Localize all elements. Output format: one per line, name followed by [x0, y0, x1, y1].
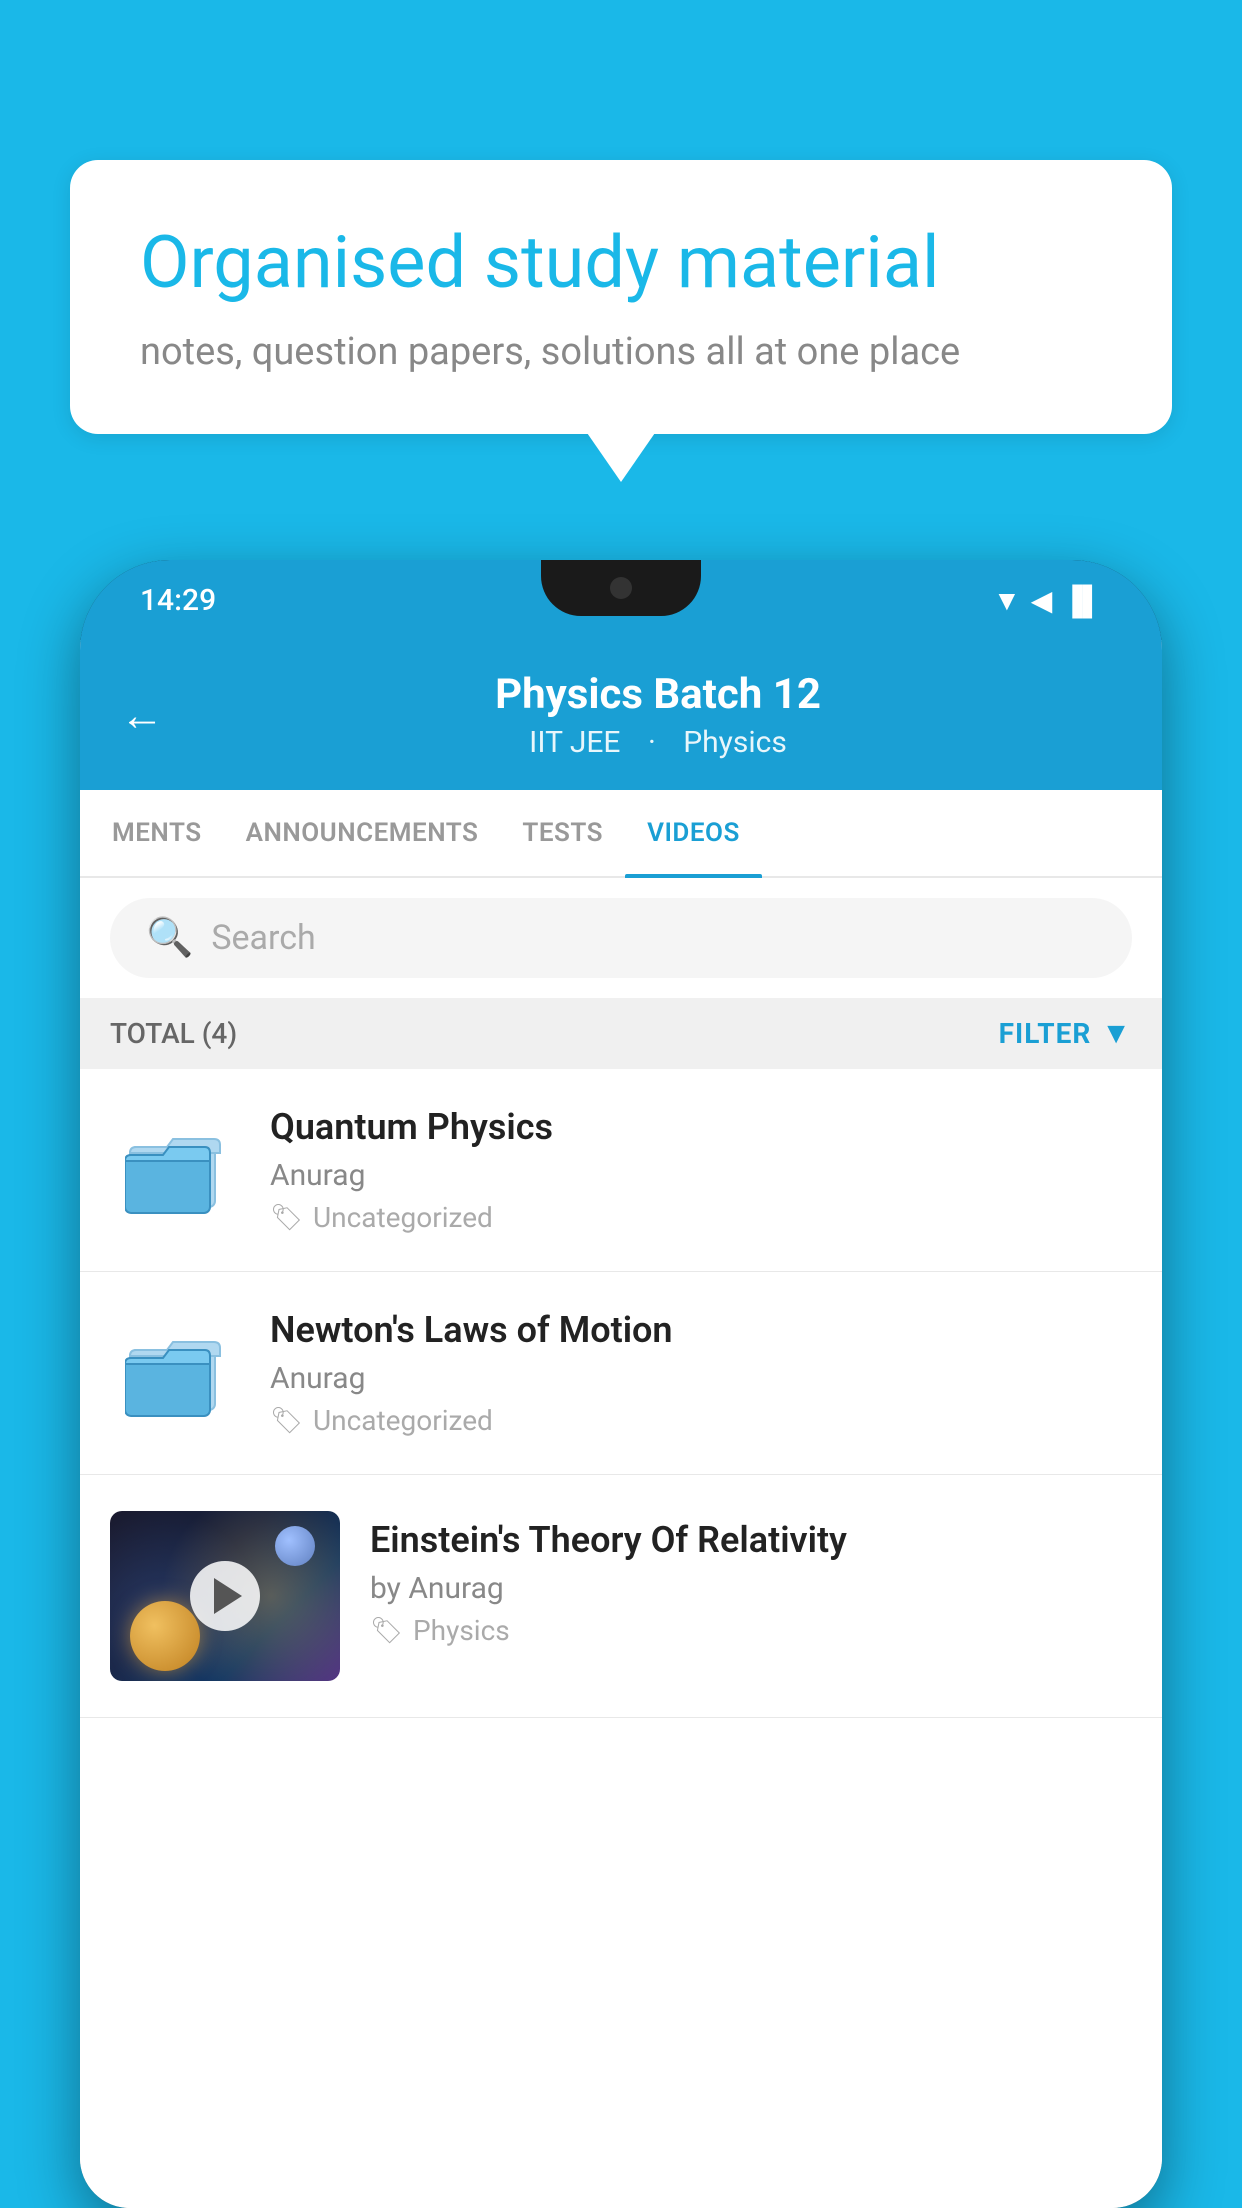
- tab-videos[interactable]: VIDEOS: [625, 790, 762, 876]
- tab-documents[interactable]: MENTS: [90, 790, 224, 876]
- play-icon: [214, 1578, 242, 1614]
- signal-icon: ◀: [1031, 584, 1053, 617]
- video-tag-3: 🏷 Physics: [370, 1614, 1132, 1647]
- folder-thumb-2: [110, 1308, 240, 1438]
- planet-decoration: [130, 1601, 200, 1671]
- tab-announcements[interactable]: ANNOUNCEMENTS: [224, 790, 501, 876]
- video-author-3: by Anurag: [370, 1571, 1132, 1606]
- search-placeholder-text: Search: [211, 918, 315, 958]
- batch-title: Physics Batch 12: [194, 670, 1122, 719]
- speech-bubble: Organised study material notes, question…: [70, 160, 1172, 434]
- video-tag-1: 🏷 Uncategorized: [270, 1201, 1132, 1234]
- battery-icon: ▐▌: [1062, 584, 1102, 617]
- filter-row: TOTAL (4) FILTER ▼: [80, 998, 1162, 1069]
- folder-icon: [125, 1328, 225, 1418]
- bubble-subtitle: notes, question papers, solutions all at…: [140, 330, 1102, 374]
- tag-icon: 🏷: [270, 1203, 303, 1233]
- batch-subtitle: IIT JEE · Physics: [194, 725, 1122, 760]
- tag-label-1: Uncategorized: [313, 1201, 493, 1234]
- batch-tag-separator: ·: [648, 725, 663, 760]
- filter-label: FILTER: [999, 1017, 1092, 1050]
- video-tag-2: 🏷 Uncategorized: [270, 1404, 1132, 1437]
- phone-frame: 14:29 ▼ ◀ ▐▌ ← Physics Batch 12 IIT JEE …: [80, 560, 1162, 2208]
- filter-button[interactable]: FILTER ▼: [999, 1016, 1132, 1051]
- video-thumbnail: [110, 1511, 340, 1681]
- video-author-2: Anurag: [270, 1361, 1132, 1396]
- video-info-1: Quantum Physics Anurag 🏷 Uncategorized: [270, 1106, 1132, 1234]
- back-button[interactable]: ←: [120, 693, 164, 737]
- folder-icon: [125, 1125, 225, 1215]
- tab-tests[interactable]: TESTS: [500, 790, 625, 876]
- tag-icon: 🏷: [270, 1406, 303, 1436]
- folder-thumb-1: [110, 1105, 240, 1235]
- video-title-2: Newton's Laws of Motion: [270, 1309, 1132, 1351]
- status-time: 14:29: [140, 583, 216, 618]
- app-header: ← Physics Batch 12 IIT JEE · Physics: [80, 640, 1162, 790]
- status-icons: ▼ ◀ ▐▌: [993, 584, 1102, 617]
- batch-tag1: IIT JEE: [529, 725, 620, 760]
- video-info-2: Newton's Laws of Motion Anurag 🏷 Uncateg…: [270, 1309, 1132, 1437]
- filter-icon: ▼: [1101, 1016, 1132, 1051]
- video-author-1: Anurag: [270, 1158, 1132, 1193]
- video-title-3: Einstein's Theory Of Relativity: [370, 1519, 1132, 1561]
- camera: [610, 577, 632, 599]
- total-count: TOTAL (4): [110, 1017, 237, 1050]
- play-button[interactable]: [190, 1561, 260, 1631]
- search-bar[interactable]: 🔍 Search: [110, 898, 1132, 978]
- planet-small-decoration: [275, 1526, 315, 1566]
- video-title-1: Quantum Physics: [270, 1106, 1132, 1148]
- wifi-icon: ▼: [993, 584, 1021, 617]
- tag-label-3: Physics: [413, 1614, 510, 1647]
- tag-icon: 🏷: [370, 1616, 403, 1646]
- bubble-title: Organised study material: [140, 220, 1102, 306]
- video-info-3: Einstein's Theory Of Relativity by Anura…: [370, 1511, 1132, 1647]
- tag-label-2: Uncategorized: [313, 1404, 493, 1437]
- header-title-block: Physics Batch 12 IIT JEE · Physics: [194, 670, 1122, 760]
- list-item[interactable]: Newton's Laws of Motion Anurag 🏷 Uncateg…: [80, 1272, 1162, 1475]
- phone-screen: ← Physics Batch 12 IIT JEE · Physics MEN…: [80, 640, 1162, 2208]
- search-icon: 🔍: [146, 916, 193, 960]
- list-item[interactable]: Quantum Physics Anurag 🏷 Uncategorized: [80, 1069, 1162, 1272]
- tab-bar: MENTS ANNOUNCEMENTS TESTS VIDEOS: [80, 790, 1162, 878]
- status-bar: 14:29 ▼ ◀ ▐▌: [80, 560, 1162, 640]
- list-item[interactable]: Einstein's Theory Of Relativity by Anura…: [80, 1475, 1162, 1718]
- batch-tag2: Physics: [683, 725, 787, 760]
- search-container: 🔍 Search: [80, 878, 1162, 998]
- video-list: Quantum Physics Anurag 🏷 Uncategorized: [80, 1069, 1162, 2208]
- phone-notch: [541, 560, 701, 616]
